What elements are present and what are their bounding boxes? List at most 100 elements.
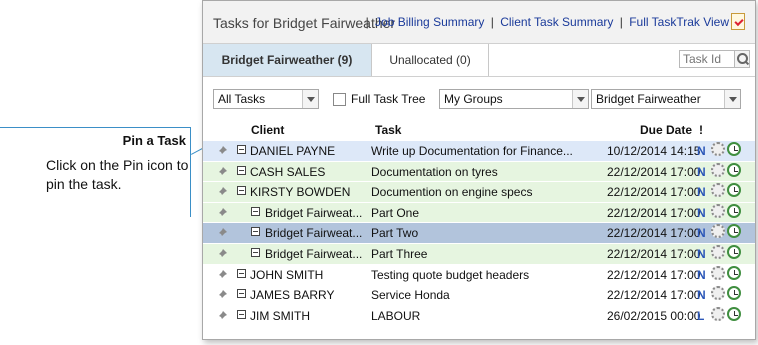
expand-collapse-toggle[interactable] bbox=[237, 309, 246, 319]
filter-bar: All Tasks Full Task Tree My Groups Bridg… bbox=[203, 77, 755, 109]
header-links: | Job Billing Summary | Client Task Summ… bbox=[363, 15, 729, 29]
row-task: Write up Documentation for Finance... bbox=[371, 144, 573, 158]
table-row[interactable]: DANIEL PAYNE Write up Documentation for F… bbox=[203, 140, 755, 161]
row-task: Documentation on tyres bbox=[371, 164, 498, 179]
settings-gear-icon[interactable] bbox=[711, 224, 727, 240]
callout-title: Pin a Task bbox=[122, 133, 186, 148]
groups-select[interactable]: My Groups bbox=[439, 89, 589, 109]
table-row[interactable]: Bridget Fairweat... Part Three 22/12/2014 … bbox=[203, 242, 755, 264]
full-task-tree-checkbox[interactable] bbox=[333, 93, 346, 106]
time-clock-icon[interactable] bbox=[727, 224, 743, 240]
row-due-date: 22/12/2014 17:00 bbox=[607, 226, 701, 241]
pin-icon[interactable] bbox=[217, 269, 227, 280]
person-value: Bridget Fairweather bbox=[596, 92, 701, 106]
row-due-date: 22/12/2014 17:00 bbox=[607, 205, 701, 220]
row-priority: L bbox=[697, 308, 705, 323]
time-clock-icon[interactable] bbox=[727, 306, 743, 323]
column-due-date[interactable]: Due Date bbox=[640, 123, 692, 137]
expand-collapse-toggle[interactable] bbox=[237, 268, 246, 278]
chevron-down-icon bbox=[572, 90, 588, 108]
row-due-date: 22/12/2014 17:00 bbox=[607, 267, 701, 282]
expand-collapse-toggle[interactable] bbox=[237, 145, 246, 154]
row-priority: N bbox=[697, 288, 706, 303]
row-due-date: 22/12/2014 17:00 bbox=[607, 246, 701, 261]
expand-collapse-toggle[interactable] bbox=[237, 186, 246, 196]
settings-gear-icon[interactable] bbox=[711, 162, 727, 179]
pin-icon[interactable] bbox=[217, 290, 227, 301]
chevron-down-icon bbox=[724, 90, 740, 108]
client-task-summary-link[interactable]: Client Task Summary bbox=[500, 15, 613, 29]
settings-gear-icon[interactable] bbox=[711, 142, 727, 158]
table-row[interactable]: KIRSTY BOWDEN Documention on engine specs… bbox=[203, 181, 755, 202]
link-separator: | bbox=[365, 15, 369, 29]
full-tasktrak-view-link[interactable]: Full TaskTrak View bbox=[629, 15, 729, 29]
table-row[interactable]: JOHN SMITH Testing quote budget headers 22… bbox=[203, 263, 755, 285]
link-separator: | bbox=[490, 15, 494, 29]
table-row[interactable]: CASH SALES Documentation on tyres 22/12/20… bbox=[203, 160, 755, 182]
pin-icon[interactable] bbox=[217, 248, 227, 259]
table-row[interactable]: Bridget Fairweat... Part Two 22/12/2014 17… bbox=[203, 222, 755, 243]
settings-gear-icon[interactable] bbox=[711, 244, 727, 261]
row-due-date: 22/12/2014 17:00 bbox=[607, 288, 701, 303]
table-row[interactable]: JAMES BARRY Service Honda 22/12/2014 17:00… bbox=[203, 284, 755, 305]
time-clock-icon[interactable] bbox=[727, 286, 743, 302]
column-task[interactable]: Task bbox=[375, 123, 401, 137]
groups-value: My Groups bbox=[444, 92, 503, 106]
row-priority: N bbox=[697, 144, 706, 158]
time-clock-icon[interactable] bbox=[727, 183, 743, 199]
row-priority: N bbox=[697, 226, 706, 241]
pin-icon[interactable] bbox=[217, 166, 227, 177]
panel-header: Tasks for Bridget Fairweather | Job Bill… bbox=[203, 1, 755, 44]
row-client: Bridget Fairweat... bbox=[265, 246, 363, 261]
pin-icon[interactable] bbox=[217, 146, 227, 156]
row-task: Part Three bbox=[371, 246, 428, 261]
row-due-date: 10/12/2014 14:15 bbox=[607, 144, 701, 158]
expand-collapse-toggle[interactable] bbox=[237, 165, 246, 175]
expand-collapse-toggle[interactable] bbox=[251, 247, 260, 257]
row-task: Part Two bbox=[371, 226, 419, 241]
time-clock-icon[interactable] bbox=[727, 142, 743, 158]
row-client: Bridget Fairweat... bbox=[265, 205, 363, 220]
row-priority: N bbox=[697, 246, 706, 261]
search-button[interactable] bbox=[734, 50, 750, 68]
task-scope-select[interactable]: All Tasks bbox=[213, 89, 319, 109]
settings-gear-icon[interactable] bbox=[711, 306, 727, 323]
task-id-input[interactable] bbox=[679, 50, 735, 68]
settings-gear-icon[interactable] bbox=[711, 286, 727, 302]
table-row[interactable]: Bridget Fairweat... Part One 22/12/2014 17… bbox=[203, 201, 755, 223]
pin-icon[interactable] bbox=[217, 207, 227, 218]
callout-body: Click on the Pin icon to pin the task. bbox=[46, 157, 189, 192]
row-task: Service Honda bbox=[371, 288, 450, 303]
expand-collapse-toggle[interactable] bbox=[251, 227, 260, 237]
task-scope-value: All Tasks bbox=[218, 92, 266, 106]
row-client: CASH SALES bbox=[250, 164, 326, 179]
column-client[interactable]: Client bbox=[251, 123, 284, 137]
time-clock-icon[interactable] bbox=[727, 162, 743, 179]
row-priority: N bbox=[697, 185, 706, 200]
row-due-date: 22/12/2014 17:00 bbox=[607, 164, 701, 179]
pin-icon[interactable] bbox=[217, 310, 227, 321]
tab-unallocated[interactable]: Unallocated (0) bbox=[372, 44, 489, 76]
pin-icon[interactable] bbox=[217, 228, 227, 239]
row-client: KIRSTY BOWDEN bbox=[250, 185, 351, 200]
job-billing-summary-link[interactable]: Job Billing Summary bbox=[375, 15, 484, 29]
task-list: DANIEL PAYNE Write up Documentation for F… bbox=[203, 140, 755, 325]
column-priority[interactable]: ! bbox=[699, 123, 703, 137]
table-row[interactable]: JIM SMITH LABOUR 26/02/2015 00:00 L bbox=[203, 304, 755, 326]
pin-icon[interactable] bbox=[217, 187, 227, 198]
tabs-bar: Bridget Fairweather (9) Unallocated (0) bbox=[203, 44, 755, 77]
settings-gear-icon[interactable] bbox=[711, 203, 727, 220]
tab-bridget-fairweather[interactable]: Bridget Fairweather (9) bbox=[203, 44, 372, 76]
person-select[interactable]: Bridget Fairweather bbox=[591, 89, 741, 109]
time-clock-icon[interactable] bbox=[727, 265, 743, 282]
settings-gear-icon[interactable] bbox=[711, 265, 727, 282]
row-priority: N bbox=[697, 267, 706, 282]
row-client: JOHN SMITH bbox=[250, 267, 324, 282]
time-clock-icon[interactable] bbox=[727, 244, 743, 261]
task-checklist-icon[interactable] bbox=[731, 13, 745, 30]
expand-collapse-toggle[interactable] bbox=[237, 289, 246, 299]
row-client: DANIEL PAYNE bbox=[250, 144, 336, 158]
expand-collapse-toggle[interactable] bbox=[251, 206, 260, 216]
time-clock-icon[interactable] bbox=[727, 203, 743, 220]
settings-gear-icon[interactable] bbox=[711, 183, 727, 199]
